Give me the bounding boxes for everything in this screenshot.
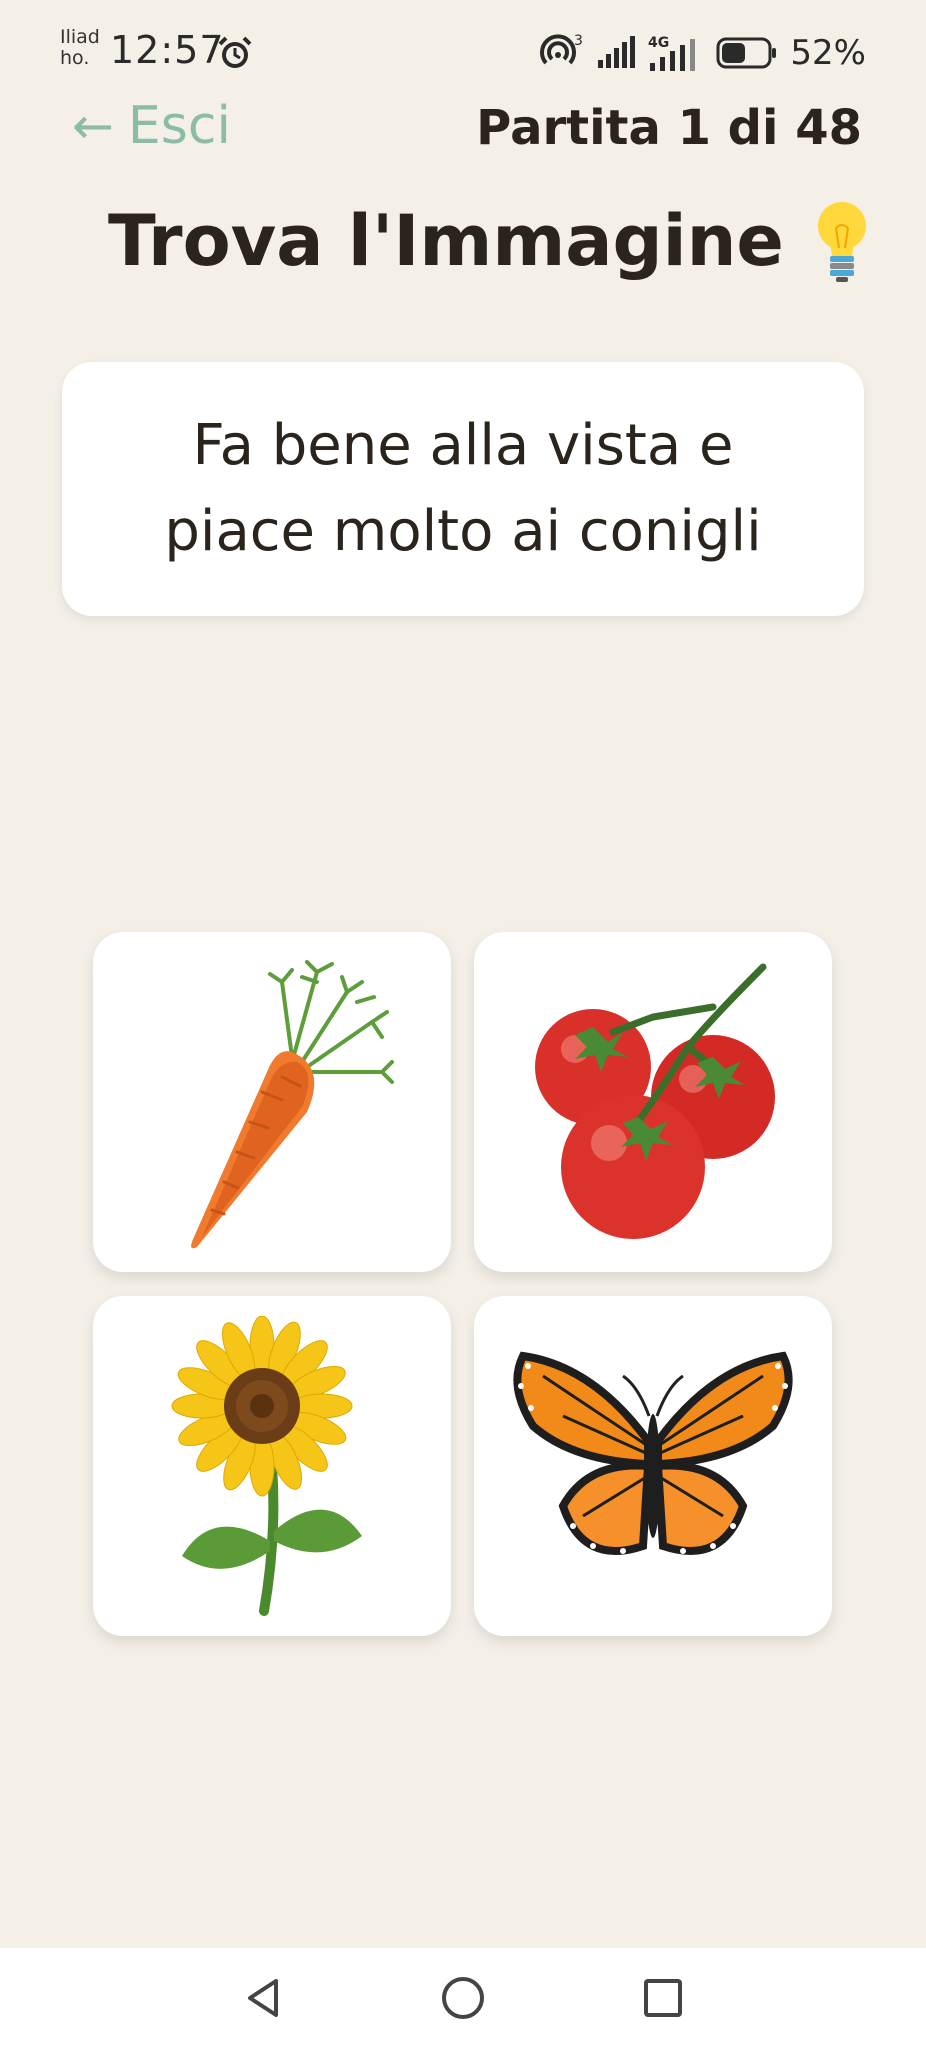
butterfly-icon bbox=[513, 1351, 793, 1555]
battery-icon bbox=[716, 37, 777, 69]
title-text: Trova l'Immagine bbox=[108, 200, 784, 282]
answer-card-tomatoes[interactable] bbox=[474, 932, 832, 1272]
hotspot-icon: 3 bbox=[540, 33, 583, 65]
exit-label: Esci bbox=[127, 96, 231, 156]
circle-home-icon[interactable] bbox=[438, 1973, 488, 2023]
sunflower-icon bbox=[171, 1316, 362, 1616]
alarm-clock-icon bbox=[218, 36, 252, 68]
signal-4g-icon: 4G bbox=[648, 35, 696, 71]
answer-card-butterfly[interactable] bbox=[474, 1296, 832, 1636]
tomatoes-icon bbox=[535, 963, 775, 1239]
status-bar: Iliad ho. 12:57 3 4G 52% bbox=[0, 0, 926, 100]
lightbulb-icon bbox=[817, 202, 866, 282]
exit-button[interactable]: ← Esci bbox=[72, 96, 231, 156]
network-type: 4G bbox=[648, 35, 669, 51]
system-nav-bar bbox=[0, 1948, 926, 2048]
answer-card-sunflower[interactable] bbox=[93, 1296, 451, 1636]
signal-icon bbox=[598, 36, 636, 68]
game-progress: Partita 1 di 48 bbox=[476, 100, 862, 156]
clue-card: Fa bene alla vista e piace molto ai coni… bbox=[62, 362, 864, 616]
clock: 12:57 bbox=[110, 28, 225, 72]
arrow-left-icon: ← bbox=[72, 97, 114, 155]
answer-card-carrot[interactable] bbox=[93, 932, 451, 1272]
battery-percent: 52% bbox=[790, 33, 866, 73]
carrier-label: Iliad ho. bbox=[60, 26, 100, 69]
triangle-back-icon[interactable] bbox=[238, 1973, 288, 2023]
page-title: Trova l'Immagine bbox=[108, 198, 872, 284]
network-badge: 3 bbox=[574, 33, 583, 49]
clue-text: Fa bene alla vista e piace molto ai coni… bbox=[164, 413, 762, 564]
carrot-icon bbox=[191, 960, 394, 1249]
square-recents-icon[interactable] bbox=[638, 1973, 688, 2023]
status-icons: 3 4G 52% bbox=[540, 30, 866, 76]
